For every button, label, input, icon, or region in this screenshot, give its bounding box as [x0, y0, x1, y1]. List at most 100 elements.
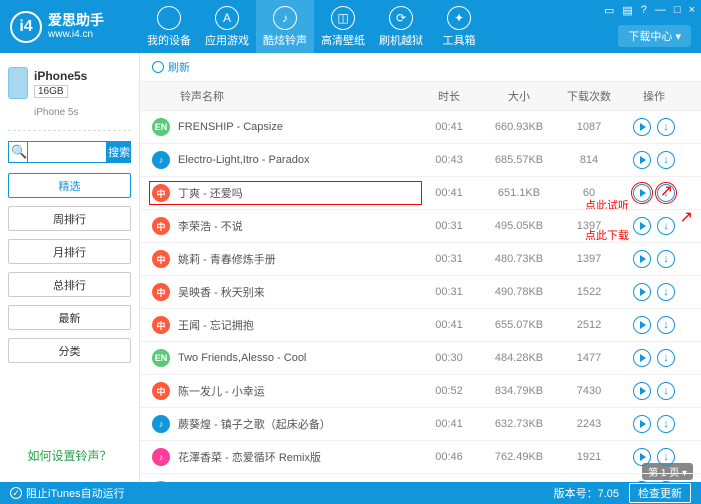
play-button[interactable]	[633, 217, 651, 235]
status-bar: ✓ 阻止iTunes自动运行 版本号：7.05 检查更新	[0, 482, 701, 504]
row-type-icon: EN	[152, 118, 170, 136]
nav-item-高清壁纸[interactable]: ◫高清壁纸	[314, 0, 372, 53]
search-input[interactable]	[27, 141, 107, 163]
row-name: Two Friends,Alesso - Cool	[178, 352, 419, 364]
row-name: 吴映香 - 秋天别来	[178, 284, 419, 300]
window-control[interactable]: ▤	[622, 4, 632, 17]
play-button[interactable]	[633, 118, 651, 136]
row-size: 480.73KB	[479, 253, 559, 265]
row-type-icon: ♪	[152, 448, 170, 466]
play-button[interactable]	[633, 382, 651, 400]
nav-icon: ♪	[273, 6, 297, 30]
download-button[interactable]	[657, 151, 675, 169]
col-name: 铃声名称	[152, 88, 419, 104]
table-row[interactable]: 中 吴映香 - 秋天别来 00:31 490.78KB 1522	[140, 276, 701, 309]
row-size: 651.1KB	[479, 187, 559, 199]
row-size: 834.79KB	[479, 385, 559, 397]
table-row[interactable]: ♪ 蕨葵煌 - 镇子之歌（起床必备） 00:41 632.73KB 2243	[140, 408, 701, 441]
download-button[interactable]	[657, 283, 675, 301]
check-update-button[interactable]: 检查更新	[629, 483, 691, 503]
download-button[interactable]	[657, 481, 675, 482]
table-row[interactable]: EN Cherubs - All（慢摇欧美） 00:42 669.41KB 22…	[140, 474, 701, 482]
nav-item-我的设备[interactable]: 我的设备	[140, 0, 198, 53]
row-size: 655.07KB	[479, 319, 559, 331]
sidebar-btn-总排行[interactable]: 总排行	[8, 272, 131, 297]
row-name: 陈一发儿 - 小幸运	[178, 383, 419, 399]
itunes-block-label[interactable]: 阻止iTunes自动运行	[26, 485, 125, 501]
row-name: 姚莉 - 青春修炼手册	[178, 251, 419, 267]
download-button[interactable]	[657, 217, 675, 235]
row-type-icon: 中	[152, 382, 170, 400]
table-row[interactable]: EN Two Friends,Alesso - Cool 00:30 484.2…	[140, 342, 701, 375]
row-type-icon: 中	[152, 316, 170, 334]
row-size: 484.28KB	[479, 352, 559, 364]
sidebar-btn-精选[interactable]: 精选	[8, 173, 131, 198]
window-controls: ▭ ▤? — □ ×	[604, 4, 695, 17]
refresh-button[interactable]: 刷新	[140, 53, 701, 82]
row-download-count: 2243	[559, 418, 619, 430]
play-button[interactable]	[633, 151, 651, 169]
download-button[interactable]	[657, 118, 675, 136]
table-row[interactable]: 中 王闻 - 忘记拥抱 00:41 655.07KB 2512	[140, 309, 701, 342]
sidebar-btn-月排行[interactable]: 月排行	[8, 239, 131, 264]
sidebar-btn-最新[interactable]: 最新	[8, 305, 131, 330]
table-row[interactable]: 中 丁爽 - 还爱吗 00:41 651.1KB 60	[140, 177, 701, 210]
row-type-icon: 中	[152, 283, 170, 301]
row-download-count: 1522	[559, 286, 619, 298]
download-button[interactable]	[657, 250, 675, 268]
table-header: 铃声名称 时长 大小 下载次数 操作	[140, 82, 701, 111]
table-row[interactable]: EN FRENSHIP - Capsize 00:41 660.93KB 108…	[140, 111, 701, 144]
table-row[interactable]: 中 姚莉 - 青春修炼手册 00:31 480.73KB 1397	[140, 243, 701, 276]
row-download-count: 1397	[559, 220, 619, 232]
download-button[interactable]	[657, 316, 675, 334]
sidebar-btn-分类[interactable]: 分类	[8, 338, 131, 363]
col-time: 时长	[419, 88, 479, 104]
play-button[interactable]	[633, 481, 651, 482]
nav-item-工具箱[interactable]: ✦工具箱	[430, 0, 488, 53]
play-button[interactable]	[633, 184, 651, 202]
download-button[interactable]	[657, 184, 675, 202]
row-name: 李荣浩 - 不说	[178, 218, 419, 234]
window-control[interactable]: ?	[641, 4, 647, 17]
window-control[interactable]: □	[674, 4, 681, 17]
download-button[interactable]	[657, 448, 675, 466]
table-row[interactable]: 中 李荣浩 - 不说 00:31 495.05KB 1397	[140, 210, 701, 243]
play-button[interactable]	[633, 448, 651, 466]
nav-item-刷机越狱[interactable]: ⟳刷机越狱	[372, 0, 430, 53]
download-button[interactable]	[657, 415, 675, 433]
window-control[interactable]: —	[655, 4, 666, 17]
table-row[interactable]: ♪ Electro-Light,Itro - Paradox 00:43 685…	[140, 144, 701, 177]
sidebar-btn-周排行[interactable]: 周排行	[8, 206, 131, 231]
play-button[interactable]	[633, 250, 651, 268]
row-size: 632.73KB	[479, 418, 559, 430]
row-download-count: 7430	[559, 385, 619, 397]
row-download-count: 814	[559, 154, 619, 166]
window-control[interactable]: ×	[689, 4, 695, 17]
play-button[interactable]	[633, 349, 651, 367]
row-duration: 00:31	[419, 220, 479, 232]
play-button[interactable]	[633, 415, 651, 433]
nav-item-应用游戏[interactable]: A应用游戏	[198, 0, 256, 53]
ringtone-help-link[interactable]: 如何设置铃声？	[8, 437, 131, 474]
window-control[interactable]: ▭	[604, 4, 614, 17]
download-button[interactable]	[657, 382, 675, 400]
search-button[interactable]: 搜索	[107, 141, 131, 163]
row-duration: 00:52	[419, 385, 479, 397]
logo-area: i4 爱思助手 www.i4.cn	[0, 11, 140, 43]
nav-item-酷炫铃声[interactable]: ♪酷炫铃声	[256, 0, 314, 53]
table-row[interactable]: ♪ 花澤香菜 - 恋爱循环 Remix版 00:46 762.49KB 1921	[140, 441, 701, 474]
download-button[interactable]	[657, 349, 675, 367]
row-download-count: 1921	[559, 451, 619, 463]
row-name: Electro-Light,Itro - Paradox	[178, 154, 419, 166]
col-size: 大小	[479, 88, 559, 104]
row-download-count: 60	[559, 187, 619, 199]
app-header: i4 爱思助手 www.i4.cn 我的设备A应用游戏♪酷炫铃声◫高清壁纸⟳刷机…	[0, 0, 701, 53]
table-row[interactable]: 中 陈一发儿 - 小幸运 00:52 834.79KB 7430	[140, 375, 701, 408]
download-center-button[interactable]: 下载中心 ▾	[618, 25, 691, 47]
play-button[interactable]	[633, 283, 651, 301]
row-duration: 00:41	[419, 319, 479, 331]
check-icon[interactable]: ✓	[10, 487, 22, 499]
device-icon	[8, 67, 28, 99]
play-button[interactable]	[633, 316, 651, 334]
row-type-icon: ♪	[152, 151, 170, 169]
